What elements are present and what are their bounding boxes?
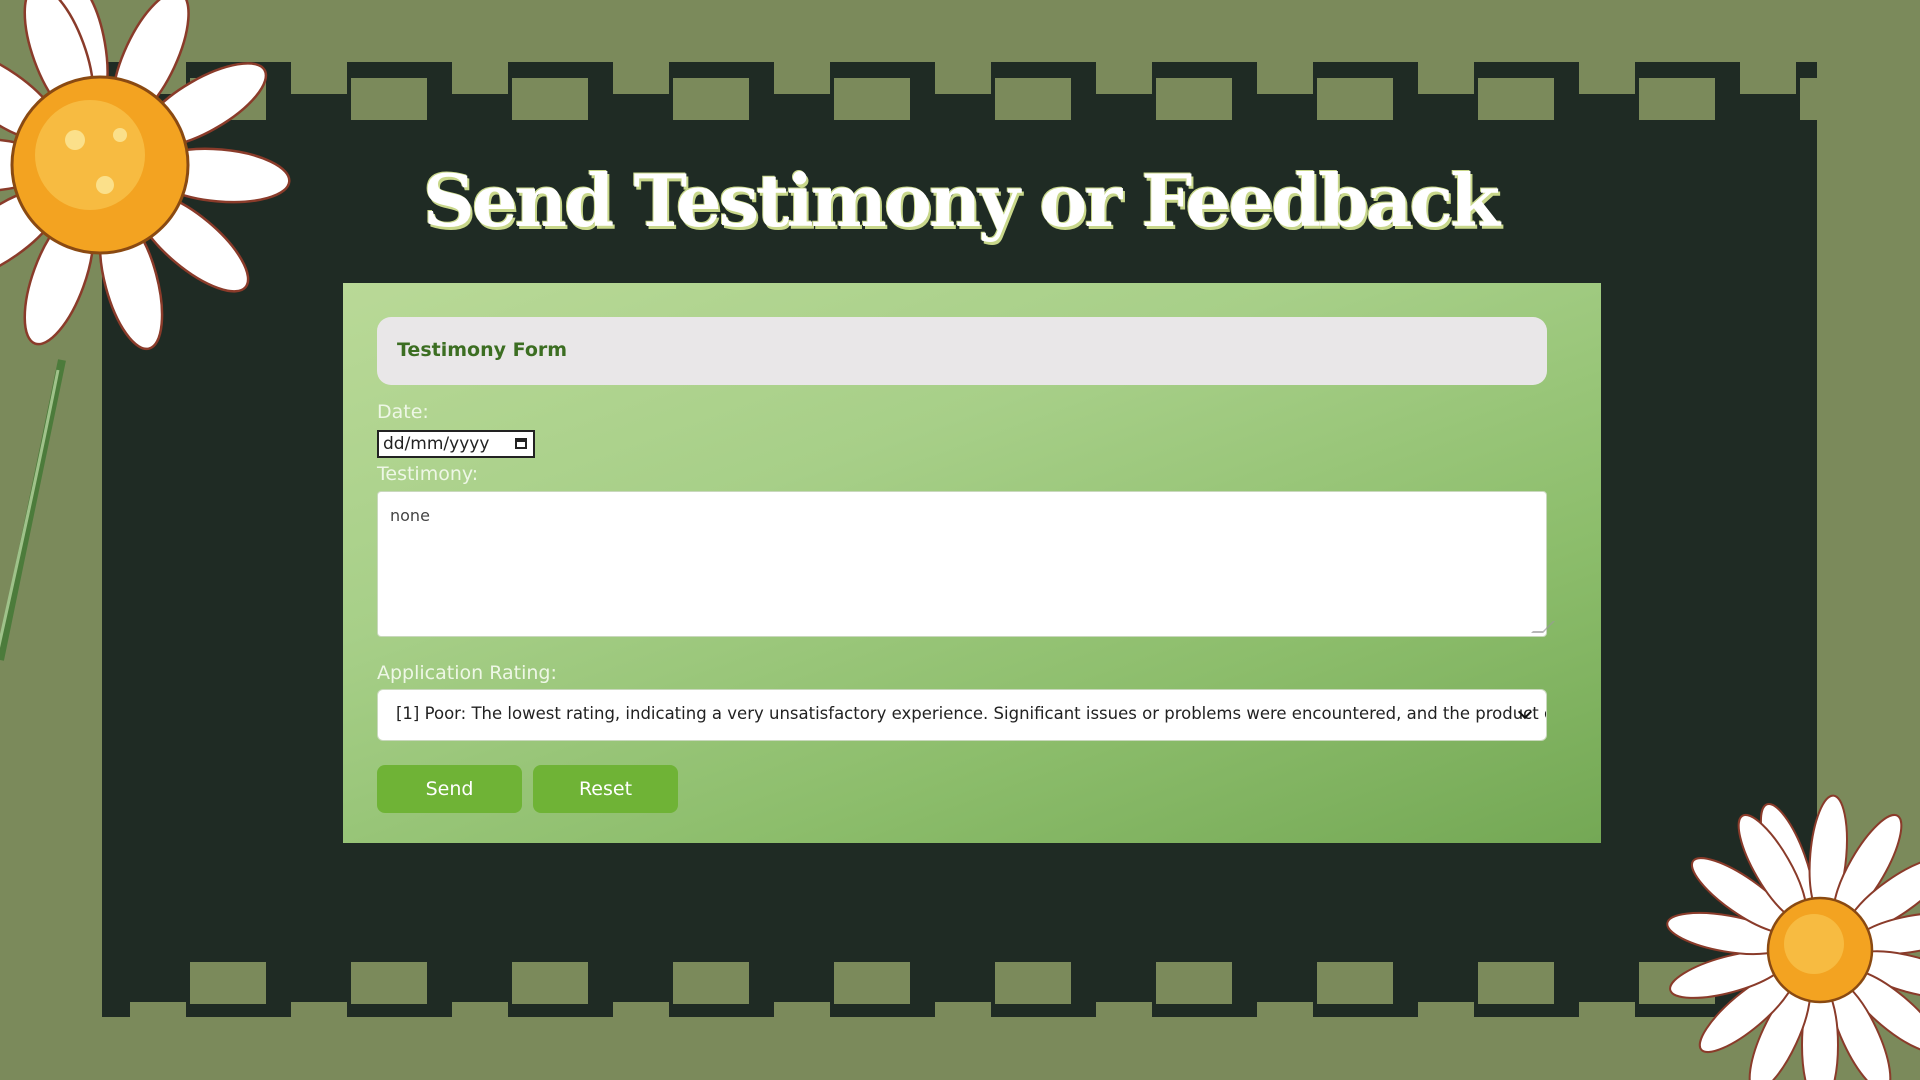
film-notch xyxy=(774,1002,830,1034)
film-perforation xyxy=(1478,962,1554,1004)
testimony-label: Testimony: xyxy=(377,463,479,485)
film-perforation xyxy=(1156,78,1232,120)
reset-button[interactable]: Reset xyxy=(533,765,678,813)
film-perforation xyxy=(1317,78,1393,120)
film-notch xyxy=(1257,62,1313,94)
testimony-form-card: Testimony Form Date: dd/mm/yyyy Testimon… xyxy=(343,283,1601,843)
film-perforation xyxy=(1639,78,1715,120)
film-perforation xyxy=(673,78,749,120)
form-header: Testimony Form xyxy=(377,317,1547,385)
rating-selected-value: [1] Poor: The lowest rating, indicating … xyxy=(396,704,1547,723)
film-perforation xyxy=(512,78,588,120)
film-perforation xyxy=(1156,962,1232,1004)
rating-select[interactable]: [1] Poor: The lowest rating, indicating … xyxy=(377,689,1547,741)
film-perforation xyxy=(673,962,749,1004)
film-notch xyxy=(1096,1002,1152,1034)
date-input[interactable]: dd/mm/yyyy xyxy=(377,430,535,458)
film-perforation xyxy=(995,962,1071,1004)
film-perforation xyxy=(351,78,427,120)
film-perforation xyxy=(834,78,910,120)
film-notch xyxy=(1257,1002,1313,1034)
film-perforation xyxy=(1478,78,1554,120)
film-perforation xyxy=(351,962,427,1004)
film-holes-top xyxy=(102,62,1876,134)
film-perforation xyxy=(1800,78,1876,120)
film-notch xyxy=(1579,62,1635,94)
testimony-textarea[interactable]: none xyxy=(377,491,1555,637)
date-label: Date: xyxy=(377,401,429,423)
film-notch xyxy=(452,1002,508,1034)
film-notch xyxy=(1418,1002,1474,1034)
film-notch xyxy=(935,62,991,94)
film-perforation xyxy=(512,962,588,1004)
film-notch xyxy=(774,62,830,94)
film-notch xyxy=(291,1002,347,1034)
testimony-text: none xyxy=(390,506,430,525)
rating-label: Application Rating: xyxy=(377,662,557,684)
send-button[interactable]: Send xyxy=(377,765,522,813)
date-placeholder: dd/mm/yyyy xyxy=(383,434,490,454)
film-notch xyxy=(1418,62,1474,94)
film-perforation xyxy=(995,78,1071,120)
calendar-icon[interactable] xyxy=(515,438,527,449)
film-notch xyxy=(935,1002,991,1034)
film-notch xyxy=(613,1002,669,1034)
film-notch xyxy=(1740,62,1796,94)
film-perforation xyxy=(190,962,266,1004)
form-header-title: Testimony Form xyxy=(397,339,568,361)
daisy-icon xyxy=(1666,794,1920,1080)
film-notch xyxy=(130,1002,186,1034)
film-notch xyxy=(613,62,669,94)
film-holes-bottom xyxy=(102,962,1876,1034)
film-notch xyxy=(452,62,508,94)
film-perforation xyxy=(834,962,910,1004)
film-notch xyxy=(1096,62,1152,94)
resize-handle-icon[interactable] xyxy=(1531,621,1555,633)
film-perforation xyxy=(1317,962,1393,1004)
daisy-icon xyxy=(0,0,291,661)
